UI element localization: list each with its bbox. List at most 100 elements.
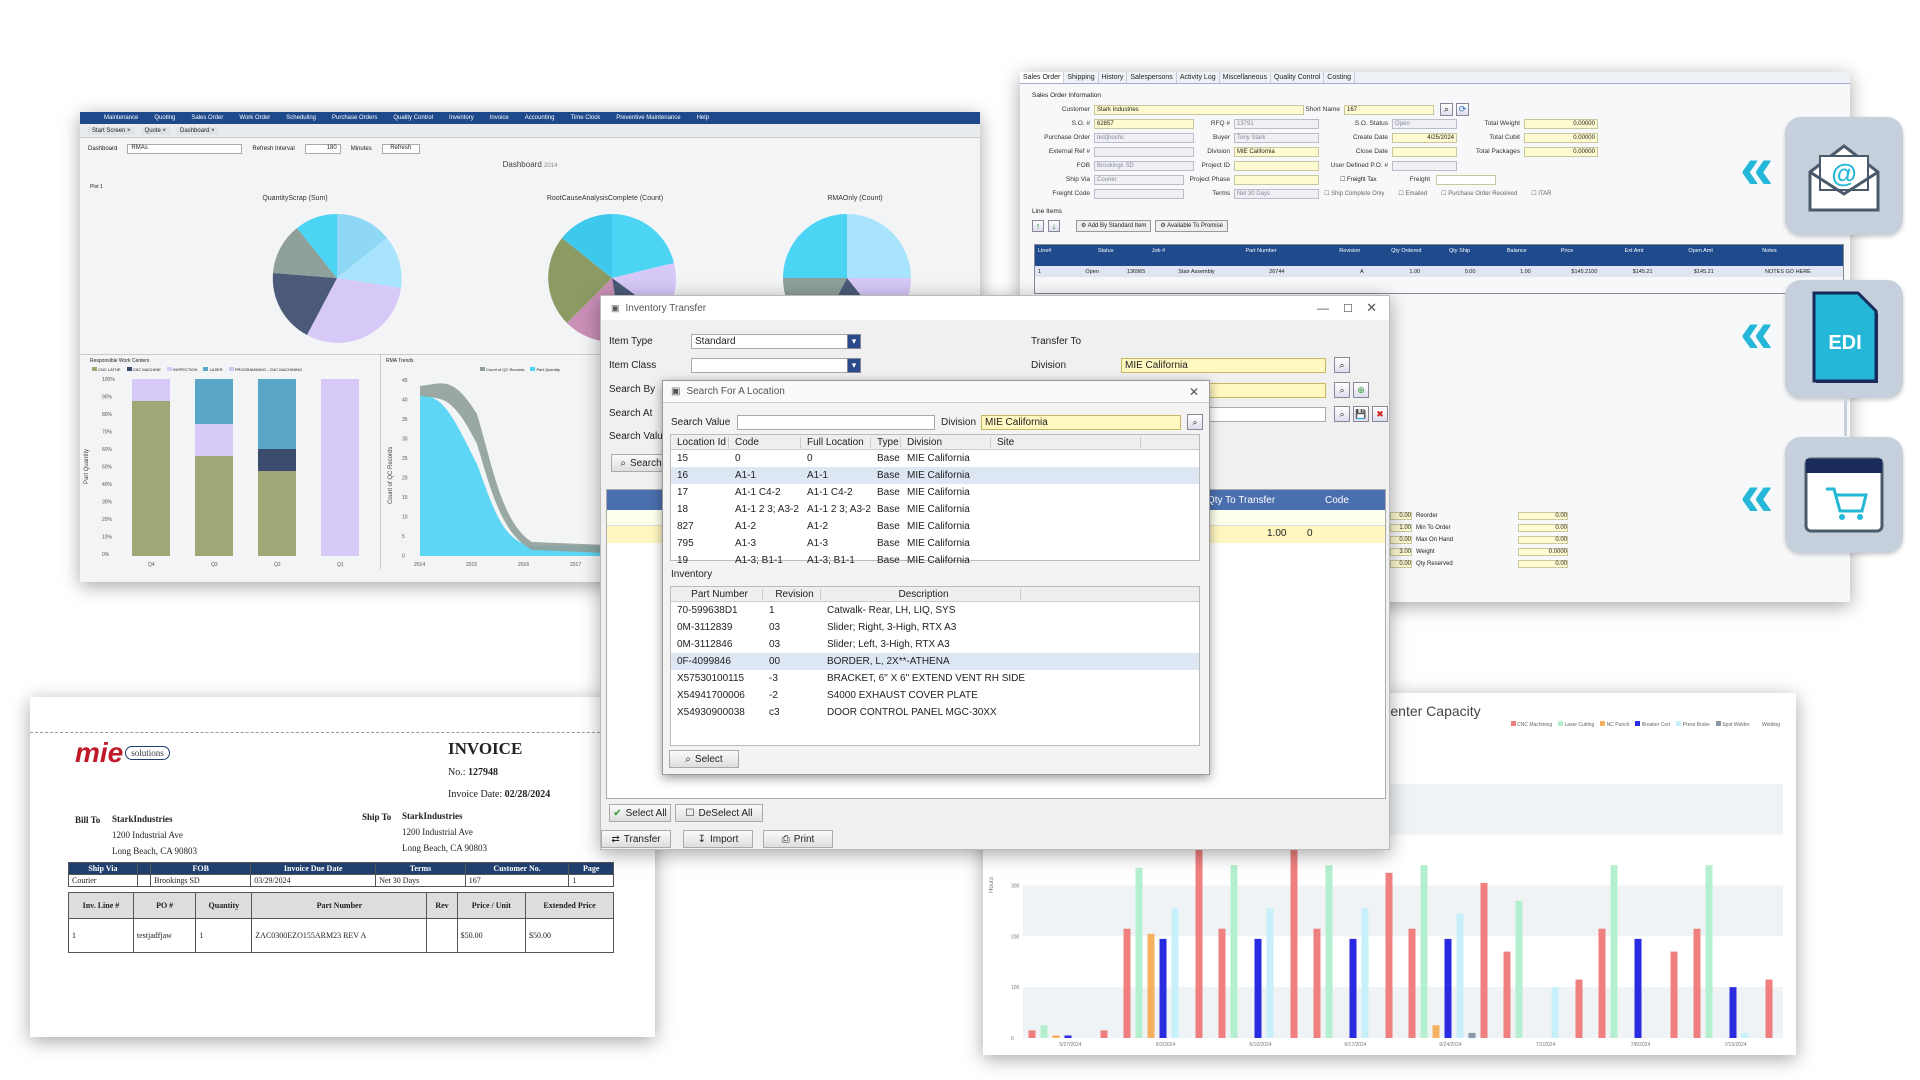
so-tab-0[interactable]: Sales Order bbox=[1020, 72, 1065, 83]
menu-item-10[interactable]: Time Clock bbox=[570, 115, 600, 121]
create-date-field[interactable]: 4/25/2024 bbox=[1392, 133, 1457, 143]
customer-search-icon[interactable]: ⌕ bbox=[1440, 103, 1453, 116]
menu-item-3[interactable]: Work Order bbox=[239, 115, 270, 121]
terms-dropdown[interactable]: Net 30 Days bbox=[1234, 189, 1319, 199]
dialog-close-icon[interactable]: ✕ bbox=[1189, 385, 1199, 399]
item-type-chevron-down-icon[interactable]: ▾ bbox=[847, 334, 861, 349]
import-button[interactable]: ↧ Import bbox=[683, 830, 753, 848]
menu-item-4[interactable]: Scheduling bbox=[286, 115, 316, 121]
select-location-button[interactable]: ⌕ Select bbox=[669, 750, 739, 768]
so-tab-1[interactable]: Shipping bbox=[1064, 72, 1099, 83]
refresh-button[interactable]: Refresh bbox=[381, 144, 420, 154]
ship-complete-checkbox[interactable]: ☐ Ship Complete Only bbox=[1324, 190, 1384, 197]
rfq-field[interactable]: 13791 bbox=[1234, 119, 1319, 129]
select-all-button[interactable]: ✔ Select All bbox=[609, 804, 671, 822]
so-grid-cell[interactable]: 1 bbox=[1035, 269, 1082, 275]
item-class-dropdown[interactable] bbox=[691, 358, 849, 373]
item-type-dropdown[interactable]: Standard bbox=[691, 334, 849, 349]
external-ref-field[interactable] bbox=[1094, 147, 1194, 157]
transfer-division-field[interactable]: MIE California bbox=[1121, 358, 1326, 373]
print-button[interactable]: ⎙ Print bbox=[763, 830, 833, 848]
freight-tax-checkbox[interactable]: ☐ Freight Tax bbox=[1340, 176, 1377, 183]
division-search-icon[interactable]: ⌕ bbox=[1334, 357, 1350, 373]
close-date-field[interactable] bbox=[1392, 147, 1457, 157]
inventory-row[interactable]: 70-599638D1 1 Catwalk- Rear, LH, LIQ, SYS bbox=[671, 602, 1199, 619]
location-row[interactable]: 17 A1-1 C4-2 A1-1 C4-2 Base MIE California bbox=[671, 484, 1199, 501]
delete-icon[interactable]: ✖ bbox=[1372, 406, 1388, 422]
short-name-field[interactable]: 167 bbox=[1344, 105, 1434, 115]
purchase-order-field[interactable]: testjhoshs bbox=[1094, 133, 1194, 143]
so-grid-cell[interactable]: Stair Assembly bbox=[1175, 269, 1266, 275]
minimize-icon[interactable]: — bbox=[1317, 301, 1329, 315]
menu-item-11[interactable]: Preventive Maintenance bbox=[616, 115, 680, 121]
so-grid-cell[interactable]: $145.2100 bbox=[1568, 269, 1629, 275]
refresh-icon[interactable]: ⟳ bbox=[1456, 103, 1469, 116]
so-grid-cell[interactable]: $145.21 bbox=[1691, 269, 1762, 275]
refresh-interval-input[interactable]: 180 bbox=[304, 144, 341, 154]
so-grid-cell[interactable]: 0.00 bbox=[1462, 269, 1517, 275]
menu-item-1[interactable]: Quoting bbox=[154, 115, 175, 121]
save-icon[interactable]: 💾 bbox=[1353, 406, 1369, 422]
so-number-field[interactable]: 62857 bbox=[1094, 119, 1194, 129]
dashboard-select[interactable]: RMAs bbox=[127, 144, 243, 154]
location-division-search-icon[interactable]: ⌕ bbox=[1187, 414, 1203, 430]
menu-item-5[interactable]: Purchase Orders bbox=[332, 115, 377, 121]
ship-via-dropdown[interactable]: Courier bbox=[1094, 175, 1184, 185]
move-down-icon[interactable]: ↓ bbox=[1048, 220, 1060, 232]
add-location-icon[interactable]: ⊕ bbox=[1353, 382, 1369, 398]
so-grid-cell[interactable]: 1.00 bbox=[1517, 269, 1568, 275]
so-grid-cell[interactable]: Open bbox=[1082, 269, 1124, 275]
transfer-button[interactable]: ⇄ Transfer bbox=[601, 830, 671, 848]
qty-to-transfer-cell[interactable]: 1.00 bbox=[1267, 528, 1286, 539]
menu-item-2[interactable]: Sales Order bbox=[191, 115, 223, 121]
dashboard-tab-2[interactable]: Dashboard × bbox=[176, 126, 219, 135]
transfer-location-field[interactable] bbox=[1201, 383, 1326, 398]
available-to-promise-button[interactable]: ⚙ Available To Promise bbox=[1155, 220, 1228, 232]
move-up-icon[interactable]: ↑ bbox=[1032, 220, 1044, 232]
location-row[interactable]: 15 0 0 Base MIE California bbox=[671, 450, 1199, 467]
so-tab-2[interactable]: History bbox=[1099, 72, 1128, 83]
dashboard-tab-1[interactable]: Quote × bbox=[140, 126, 171, 135]
project-phase-field[interactable] bbox=[1234, 175, 1319, 185]
so-grid-cell[interactable]: 1.00 bbox=[1406, 269, 1461, 275]
menu-item-12[interactable]: Help bbox=[697, 115, 709, 121]
dashboard-tab-0[interactable]: Start Screen × bbox=[88, 126, 135, 135]
location-search-icon[interactable]: ⌕ bbox=[1334, 382, 1350, 398]
location-row[interactable]: 19 A1-3; B1-1 A1-3; B1-1 Base MIE California bbox=[671, 552, 1199, 569]
inventory-row[interactable]: 0M-3112839 03 Slider; Right, 3-High, RTX A… bbox=[671, 619, 1199, 636]
emailed-checkbox[interactable]: ☐ Emailed bbox=[1398, 190, 1427, 197]
fob-field[interactable]: Brookings SD bbox=[1094, 161, 1194, 171]
menu-item-8[interactable]: Invoice bbox=[490, 115, 509, 121]
user-po-field[interactable] bbox=[1392, 161, 1457, 171]
freight-code-dropdown[interactable] bbox=[1094, 189, 1184, 199]
buyer-field[interactable]: Tony Stark bbox=[1234, 133, 1319, 143]
location-row[interactable]: 795 A1-3 A1-3 Base MIE California bbox=[671, 535, 1199, 552]
add-standard-item-button[interactable]: ⚙ Add By Standard Item bbox=[1076, 220, 1152, 232]
maximize-icon[interactable]: ☐ bbox=[1343, 302, 1353, 315]
inventory-row[interactable]: X57530100115 -3 BRACKET, 6" X 6" EXTEND VE… bbox=[671, 670, 1199, 687]
po-received-checkbox[interactable]: ☐ Purchase Order Received bbox=[1441, 190, 1517, 197]
so-tab-4[interactable]: Activity Log bbox=[1177, 72, 1220, 83]
transfer-bin-field[interactable] bbox=[1201, 407, 1326, 422]
inventory-row[interactable]: 0F-4099846 00 BORDER, L, 2X**-ATHENA bbox=[671, 653, 1199, 670]
so-tab-6[interactable]: Quality Control bbox=[1271, 72, 1325, 83]
so-grid-cell[interactable]: A bbox=[1357, 269, 1406, 275]
location-division-field[interactable]: MIE California bbox=[981, 415, 1181, 430]
code-cell[interactable]: 0 bbox=[1307, 528, 1313, 539]
project-id-field[interactable] bbox=[1234, 161, 1319, 171]
menu-item-7[interactable]: Inventory bbox=[449, 115, 474, 121]
bin-search-icon[interactable]: ⌕ bbox=[1334, 406, 1350, 422]
so-status-dropdown[interactable]: Open bbox=[1392, 119, 1457, 129]
location-row[interactable]: 18 A1-1 2 3; A3-2 A1-1 2 3; A3-2 Base MIE Ca… bbox=[671, 501, 1199, 518]
location-row[interactable]: 827 A1-2 A1-2 Base MIE California bbox=[671, 518, 1199, 535]
inventory-row[interactable]: 0M-3112846 03 Slider; Left, 3-High, RTX A3 bbox=[671, 636, 1199, 653]
so-grid-cell[interactable]: NOTES GO HERE bbox=[1762, 269, 1843, 275]
so-grid-cell[interactable]: 26744 bbox=[1266, 269, 1357, 275]
so-grid-cell[interactable]: $145.21 bbox=[1630, 269, 1691, 275]
item-class-chevron-down-icon[interactable]: ▾ bbox=[847, 358, 861, 373]
so-grid-cell[interactable]: 136965 bbox=[1124, 269, 1175, 275]
itar-checkbox[interactable]: ☐ ITAR bbox=[1531, 190, 1551, 197]
menu-item-9[interactable]: Accounting bbox=[525, 115, 555, 121]
deselect-all-button[interactable]: ☐ DeSelect All bbox=[675, 804, 763, 822]
line-item-row[interactable]: 1 Open 136965 Stair Assembly 26744 A 1.00 0.00 1… bbox=[1035, 266, 1843, 277]
